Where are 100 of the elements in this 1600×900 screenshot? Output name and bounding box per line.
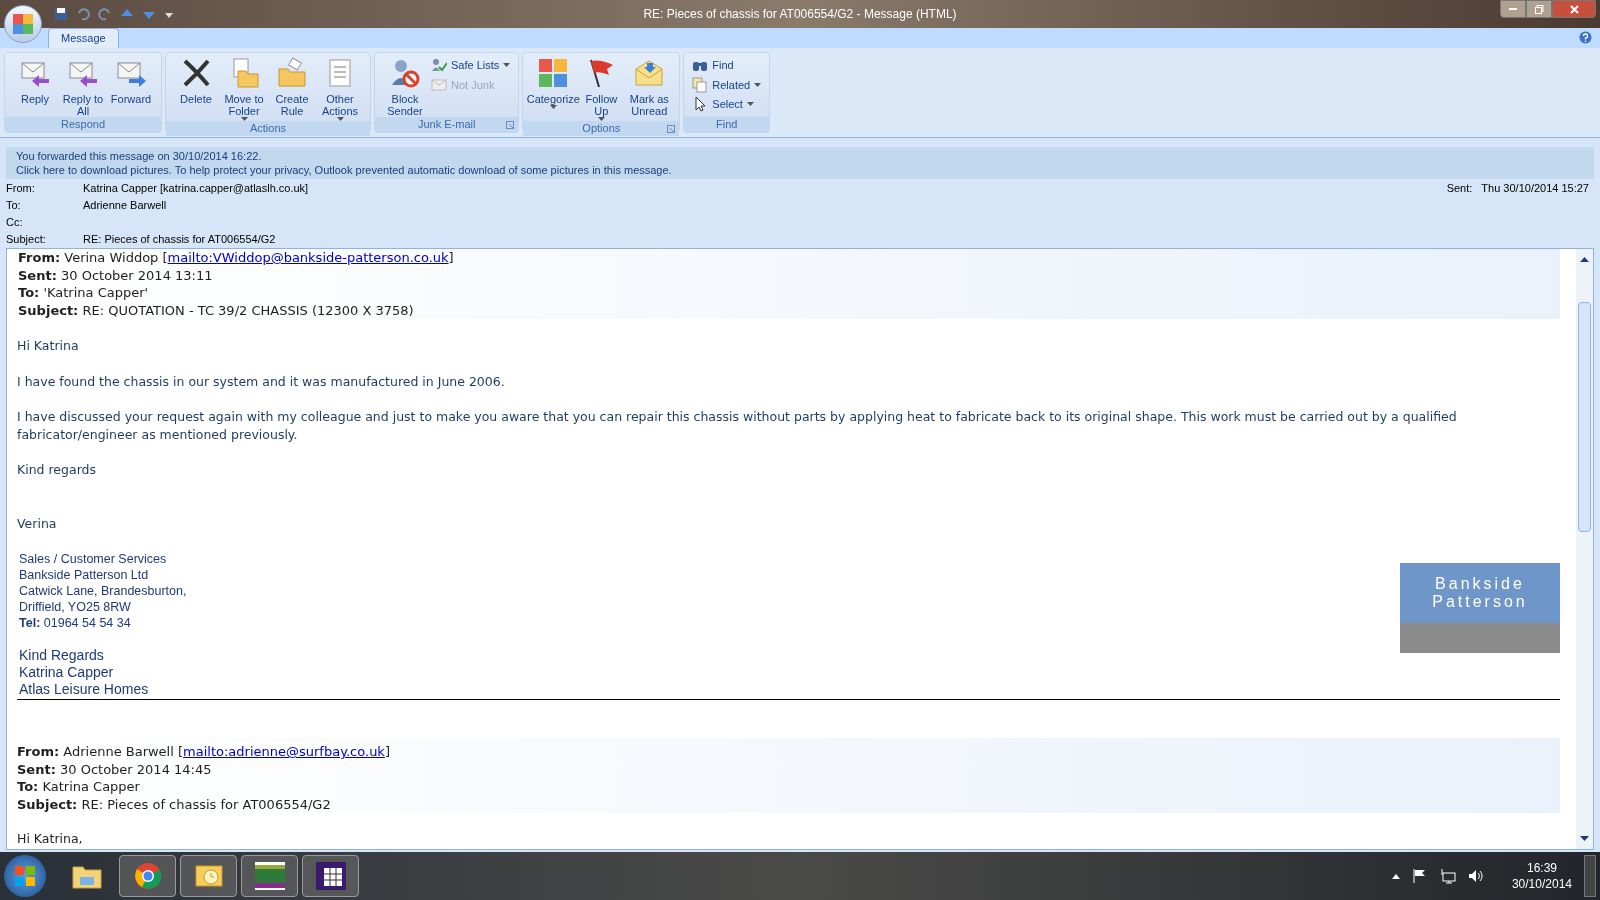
windows-logo-icon: [14, 865, 36, 887]
header-value: Thu 30/10/2014 15:27: [1481, 181, 1589, 197]
header-value: RE: Pieces of chassis for AT006554/G2: [83, 232, 276, 248]
paragraph: Hi Katrina,: [17, 830, 84, 848]
ribbon-button[interactable]: Related: [692, 76, 762, 93]
office-button[interactable]: [4, 5, 42, 43]
restore-button[interactable]: [1526, 0, 1552, 18]
ribbon-button[interactable]: Create Rule: [270, 57, 314, 117]
start-button[interactable]: [4, 855, 46, 897]
signature-line: Driffield, YO25 8RW: [19, 599, 132, 616]
ribbon-button[interactable]: Block Sender: [383, 57, 427, 117]
signature-line: Tel: 01964 54 54 34: [19, 615, 132, 632]
header-label: Subject:: [6, 232, 47, 248]
ribbon-button[interactable]: Select: [692, 96, 762, 113]
signature-line: Sales / Customer Services: [19, 551, 168, 568]
scrollbar[interactable]: [1576, 249, 1593, 849]
header-value: Adrienne Barwell: [83, 198, 167, 214]
monitor-icon: [1439, 868, 1456, 884]
clock-time: 16:39: [1526, 860, 1557, 876]
launcher-icon: [667, 124, 676, 133]
info-text: You forwarded this message on 30/10/2014 16:22.: [16, 149, 263, 163]
quoted-header-line: Sent: 30 October 2014 14:45: [17, 760, 213, 779]
ribbon-button[interactable]: Find: [692, 57, 762, 74]
quoted-header-line: Subject: RE: Pieces of chassis for AT006554/G2: [17, 795, 332, 814]
up-arrow-icon: [1580, 257, 1589, 262]
grid-app-icon: [315, 862, 346, 890]
minimize-icon: [1509, 7, 1517, 11]
header-label: Sent:: [1446, 181, 1473, 197]
quoted-header-line: To: 'Katrina Capper': [18, 284, 150, 302]
caret-icon: [746, 102, 754, 107]
signature-line: Bankside Patterson Ltd: [19, 567, 150, 584]
clock-date: 30/10/2014: [1511, 876, 1572, 892]
sender-name: Verina: [17, 514, 58, 533]
ribbon-button[interactable]: Reply to All: [61, 57, 105, 117]
quoted-header-line: From: Verina Widdop [mailto:VWiddop@bankside-patterson.co.uk]: [18, 249, 455, 267]
closing-line: Kind Regards: [19, 647, 105, 665]
ribbon-button[interactable]: Reply: [13, 57, 57, 105]
people-check-icon: [431, 57, 447, 74]
envelope-clock-icon: [193, 863, 224, 889]
caret-icon: [549, 105, 557, 109]
window-title: RE: Pieces of chassis for AT006554/G2 - Message (HTML): [643, 6, 957, 23]
envelope-icon: [431, 76, 447, 93]
person-block-icon: [389, 57, 421, 89]
paragraph: I have discussed your request again with my colleague and just to make you aware that you can repair this chassis without parts by applying heat to fabricate back to its original shape. This work must be carried out by a qualified fabricator/engineer as mentioned previously.: [17, 408, 1458, 443]
folder-icon: [71, 863, 102, 889]
ribbon-button[interactable]: Forward: [109, 57, 153, 105]
taskbar-app[interactable]: [180, 855, 237, 897]
launcher-icon: [506, 120, 515, 129]
caret-up-icon: [1391, 873, 1400, 879]
ribbon-tab[interactable]: Message: [48, 28, 119, 48]
undo-icon: [76, 7, 90, 21]
group-label: Respond: [60, 117, 105, 133]
color-grid-icon: [537, 57, 570, 89]
paragraph: Kind regards: [17, 461, 98, 479]
logo-text: Bankside: [1435, 575, 1525, 594]
ribbon-button[interactable]: Follow Up: [579, 57, 624, 121]
scrollbar-thumb[interactable]: [1578, 302, 1591, 532]
quoted-header-line: From: Adrienne Barwell [mailto:adrienne@surfbay.co.uk]: [17, 743, 391, 761]
taskbar-app[interactable]: [241, 855, 298, 897]
ribbon-button[interactable]: Mark as Unread: [627, 57, 672, 117]
caret-icon: [503, 63, 511, 68]
speaker-icon: [1467, 868, 1484, 884]
group-label: Options: [582, 121, 621, 137]
quoted-header-line: Sent: 30 October 2014 13:11: [18, 266, 214, 284]
email-link[interactable]: mailto:VWiddop@bankside-patterson.co.uk: [167, 250, 449, 265]
paragraph: Hi Katrina: [17, 337, 80, 355]
closing-line: Katrina Capper: [19, 664, 115, 682]
group-label: Junk E-mail: [417, 117, 476, 133]
header-label: Cc:: [6, 215, 24, 231]
group-label: Actions: [249, 121, 287, 137]
header-value: Katrina Capper [katrina.capper@atlaslh.co.uk]: [83, 181, 309, 197]
logo-text: Patterson: [1432, 593, 1528, 612]
redo-icon: [98, 7, 112, 21]
down-arrow-icon: [1580, 836, 1589, 841]
quoted-header-line: Subject: RE: QUOTATION - TC 39/2 CHASSIS (12300 X 3758): [18, 301, 415, 319]
quoted-header-line: To: Katrina Capper: [17, 778, 141, 796]
folder-tag-icon: [276, 57, 308, 89]
caret-icon: [754, 82, 762, 87]
group-label: Find: [716, 117, 738, 133]
minimize-button[interactable]: [1500, 0, 1526, 18]
ribbon-button[interactable]: Safe Lists: [431, 57, 511, 74]
close-button[interactable]: [1552, 0, 1596, 18]
save-icon: [54, 7, 68, 21]
help-icon: [1579, 31, 1592, 44]
flag-icon: [1411, 868, 1428, 884]
documents-icon: [692, 76, 709, 93]
office-logo-icon: [12, 13, 34, 35]
ribbon-button[interactable]: Delete: [174, 57, 218, 105]
close-icon: [1569, 4, 1579, 14]
email-link[interactable]: mailto:adrienne@surfbay.co.uk: [183, 744, 385, 760]
ribbon-button[interactable]: Move to Folder: [222, 57, 266, 121]
ribbon-button[interactable]: Other Actions: [318, 57, 362, 121]
app-logo-icon: [254, 862, 285, 890]
info-text: Click here to download pictures. To help protect your privacy, Outlook prevented automatic download of some pictures in this message.: [16, 163, 673, 177]
taskbar-app[interactable]: [302, 855, 359, 897]
header-label: To:: [6, 198, 22, 214]
header-label: From:: [6, 181, 36, 197]
circle-logo-icon: [133, 862, 162, 890]
signature-line: Catwick Lane, Brandesburton,: [19, 583, 187, 600]
paragraph: I have found the chassis in our system and it was manufactured in June 2006.: [17, 372, 506, 390]
